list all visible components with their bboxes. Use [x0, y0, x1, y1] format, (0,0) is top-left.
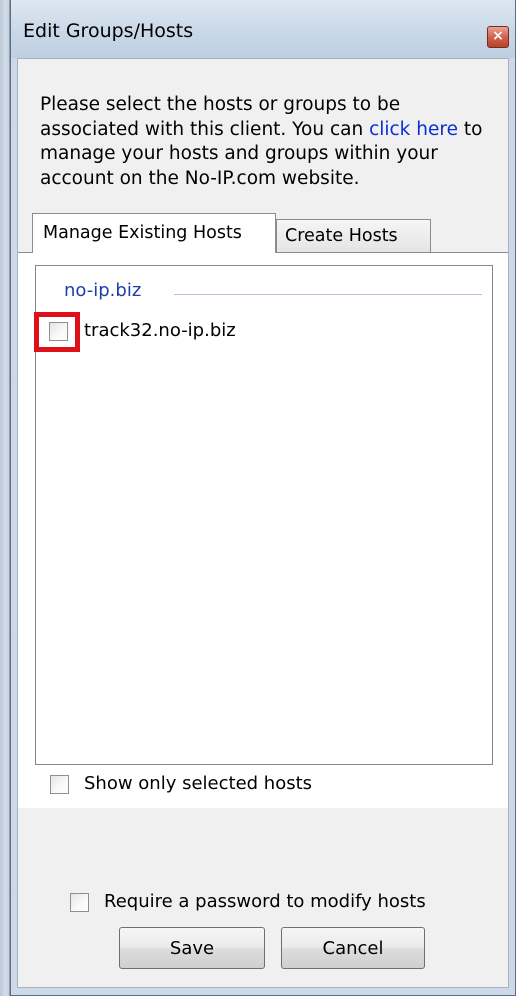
instructions-before-link: Please select the hosts or groups to be …	[40, 94, 401, 140]
require-password-option[interactable]: Require a password to modify hosts	[70, 889, 470, 917]
edit-groups-hosts-dialog: Edit Groups/Hosts × Please select the ho…	[10, 0, 516, 996]
tab-create-hosts[interactable]: Create Hosts	[276, 219, 431, 253]
background-window-edge	[0, 0, 10, 996]
title-bar[interactable]: Edit Groups/Hosts ×	[11, 0, 515, 58]
host-row[interactable]: track32.no-ip.biz	[34, 312, 444, 352]
group-header: no-ip.biz	[64, 280, 142, 301]
show-only-selected-option[interactable]: Show only selected hosts	[50, 771, 370, 799]
require-password-checkbox[interactable]	[70, 893, 89, 912]
show-only-selected-label[interactable]: Show only selected hosts	[84, 773, 312, 794]
close-icon: ×	[492, 28, 504, 44]
manage-hosts-panel: no-ip.biz track32.no-ip.biz Show only se…	[18, 252, 508, 808]
require-password-label[interactable]: Require a password to modify hosts	[104, 891, 426, 912]
save-button[interactable]: Save	[119, 927, 265, 969]
click-here-link[interactable]: click here	[369, 119, 458, 140]
tab-manage-existing-hosts[interactable]: Manage Existing Hosts	[32, 213, 276, 253]
close-button[interactable]: ×	[487, 26, 509, 48]
host-checkbox[interactable]	[49, 322, 68, 341]
instructions-text: Please select the hosts or groups to be …	[40, 93, 500, 191]
host-list[interactable]: no-ip.biz track32.no-ip.biz	[34, 265, 493, 765]
window-title: Edit Groups/Hosts	[23, 20, 194, 42]
host-label[interactable]: track32.no-ip.biz	[84, 320, 236, 341]
cancel-button[interactable]: Cancel	[281, 927, 425, 969]
show-only-selected-checkbox[interactable]	[50, 775, 69, 794]
group-divider	[174, 294, 482, 295]
dialog-body: Please select the hosts or groups to be …	[17, 58, 509, 988]
